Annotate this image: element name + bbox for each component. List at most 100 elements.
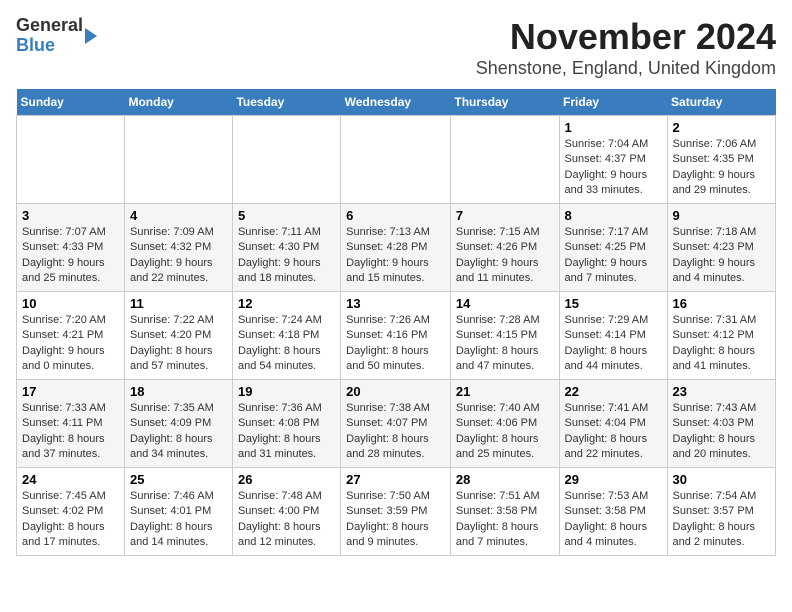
day-info: Sunrise: 7:54 AMSunset: 3:57 PMDaylight:… bbox=[673, 489, 770, 551]
logo: General Blue bbox=[16, 16, 97, 56]
day-number: 26 bbox=[238, 472, 335, 487]
weekday-header-saturday: Saturday bbox=[667, 89, 775, 116]
day-number: 9 bbox=[673, 208, 770, 223]
day-number: 17 bbox=[22, 384, 119, 399]
day-info: Sunrise: 7:17 AMSunset: 4:25 PMDaylight:… bbox=[565, 225, 662, 287]
day-number: 12 bbox=[238, 296, 335, 311]
calendar-cell bbox=[124, 116, 232, 204]
weekday-header-sunday: Sunday bbox=[17, 89, 125, 116]
calendar-cell: 25 Sunrise: 7:46 AMSunset: 4:01 PMDayligh… bbox=[124, 468, 232, 556]
weekday-header-tuesday: Tuesday bbox=[232, 89, 340, 116]
calendar-cell: 20 Sunrise: 7:38 AMSunset: 4:07 PMDayligh… bbox=[341, 380, 451, 468]
day-number: 10 bbox=[22, 296, 119, 311]
day-number: 24 bbox=[22, 472, 119, 487]
calendar-cell: 22 Sunrise: 7:41 AMSunset: 4:04 PMDayligh… bbox=[559, 380, 667, 468]
day-number: 25 bbox=[130, 472, 227, 487]
day-info: Sunrise: 7:20 AMSunset: 4:21 PMDaylight:… bbox=[22, 313, 119, 375]
day-info: Sunrise: 7:41 AMSunset: 4:04 PMDaylight:… bbox=[565, 401, 662, 463]
day-number: 20 bbox=[346, 384, 445, 399]
calendar-cell bbox=[17, 116, 125, 204]
day-info: Sunrise: 7:46 AMSunset: 4:01 PMDaylight:… bbox=[130, 489, 227, 551]
calendar-cell bbox=[341, 116, 451, 204]
day-info: Sunrise: 7:13 AMSunset: 4:28 PMDaylight:… bbox=[346, 225, 445, 287]
day-number: 5 bbox=[238, 208, 335, 223]
day-number: 6 bbox=[346, 208, 445, 223]
page-header: General Blue November 2024 Shenstone, En… bbox=[16, 16, 776, 79]
weekday-header-wednesday: Wednesday bbox=[341, 89, 451, 116]
calendar-cell: 14 Sunrise: 7:28 AMSunset: 4:15 PMDayligh… bbox=[450, 292, 559, 380]
day-info: Sunrise: 7:38 AMSunset: 4:07 PMDaylight:… bbox=[346, 401, 445, 463]
day-number: 15 bbox=[565, 296, 662, 311]
calendar-cell: 8Sunrise: 7:17 AMSunset: 4:25 PMDaylight… bbox=[559, 204, 667, 292]
day-info: Sunrise: 7:09 AMSunset: 4:32 PMDaylight:… bbox=[130, 225, 227, 287]
calendar-cell: 23 Sunrise: 7:43 AMSunset: 4:03 PMDayligh… bbox=[667, 380, 775, 468]
calendar-cell: 16 Sunrise: 7:31 AMSunset: 4:12 PMDayligh… bbox=[667, 292, 775, 380]
day-number: 23 bbox=[673, 384, 770, 399]
calendar-header-row: SundayMondayTuesdayWednesdayThursdayFrid… bbox=[17, 89, 776, 116]
day-info: Sunrise: 7:06 AMSunset: 4:35 PMDaylight:… bbox=[673, 137, 770, 199]
day-info: Sunrise: 7:24 AMSunset: 4:18 PMDaylight:… bbox=[238, 313, 335, 375]
day-number: 21 bbox=[456, 384, 554, 399]
day-number: 29 bbox=[565, 472, 662, 487]
day-info: Sunrise: 7:31 AMSunset: 4:12 PMDaylight:… bbox=[673, 313, 770, 375]
day-info: Sunrise: 7:26 AMSunset: 4:16 PMDaylight:… bbox=[346, 313, 445, 375]
calendar-cell: 17Sunrise: 7:33 AMSunset: 4:11 PMDayligh… bbox=[17, 380, 125, 468]
calendar-cell: 29 Sunrise: 7:53 AMSunset: 3:58 PMDayligh… bbox=[559, 468, 667, 556]
weekday-header-friday: Friday bbox=[559, 89, 667, 116]
calendar-cell: 18 Sunrise: 7:35 AMSunset: 4:09 PMDayligh… bbox=[124, 380, 232, 468]
title-section: November 2024 Shenstone, England, United… bbox=[476, 16, 776, 79]
week-row-4: 17Sunrise: 7:33 AMSunset: 4:11 PMDayligh… bbox=[17, 380, 776, 468]
calendar-cell: 7 Sunrise: 7:15 AMSunset: 4:26 PMDaylight… bbox=[450, 204, 559, 292]
day-info: Sunrise: 7:36 AMSunset: 4:08 PMDaylight:… bbox=[238, 401, 335, 463]
day-info: Sunrise: 7:40 AMSunset: 4:06 PMDaylight:… bbox=[456, 401, 554, 463]
day-number: 4 bbox=[130, 208, 227, 223]
day-number: 7 bbox=[456, 208, 554, 223]
day-info: Sunrise: 7:22 AMSunset: 4:20 PMDaylight:… bbox=[130, 313, 227, 375]
day-number: 2 bbox=[673, 120, 770, 135]
day-number: 11 bbox=[130, 296, 227, 311]
calendar-cell: 26 Sunrise: 7:48 AMSunset: 4:00 PMDayligh… bbox=[232, 468, 340, 556]
calendar-cell: 3 Sunrise: 7:07 AMSunset: 4:33 PMDaylight… bbox=[17, 204, 125, 292]
calendar-cell: 6 Sunrise: 7:13 AMSunset: 4:28 PMDaylight… bbox=[341, 204, 451, 292]
day-info: Sunrise: 7:11 AMSunset: 4:30 PMDaylight:… bbox=[238, 225, 335, 287]
calendar-cell: 28Sunrise: 7:51 AMSunset: 3:58 PMDayligh… bbox=[450, 468, 559, 556]
logo-blue-text: Blue bbox=[16, 35, 55, 55]
day-number: 13 bbox=[346, 296, 445, 311]
calendar-cell: 13 Sunrise: 7:26 AMSunset: 4:16 PMDayligh… bbox=[341, 292, 451, 380]
day-number: 27 bbox=[346, 472, 445, 487]
calendar-cell: 12 Sunrise: 7:24 AMSunset: 4:18 PMDayligh… bbox=[232, 292, 340, 380]
day-number: 22 bbox=[565, 384, 662, 399]
day-info: Sunrise: 7:51 AMSunset: 3:58 PMDaylight:… bbox=[456, 489, 554, 551]
calendar-cell: 9Sunrise: 7:18 AMSunset: 4:23 PMDaylight… bbox=[667, 204, 775, 292]
calendar-cell: 4 Sunrise: 7:09 AMSunset: 4:32 PMDaylight… bbox=[124, 204, 232, 292]
day-info: Sunrise: 7:35 AMSunset: 4:09 PMDaylight:… bbox=[130, 401, 227, 463]
week-row-3: 10 Sunrise: 7:20 AMSunset: 4:21 PMDayligh… bbox=[17, 292, 776, 380]
day-number: 18 bbox=[130, 384, 227, 399]
calendar-cell bbox=[232, 116, 340, 204]
month-title: November 2024 bbox=[476, 16, 776, 58]
day-info: Sunrise: 7:15 AMSunset: 4:26 PMDaylight:… bbox=[456, 225, 554, 287]
logo-general-text: General bbox=[16, 15, 83, 35]
calendar-cell: 21 Sunrise: 7:40 AMSunset: 4:06 PMDayligh… bbox=[450, 380, 559, 468]
calendar-cell: 2 Sunrise: 7:06 AMSunset: 4:35 PMDaylight… bbox=[667, 116, 775, 204]
calendar-cell: 19Sunrise: 7:36 AMSunset: 4:08 PMDayligh… bbox=[232, 380, 340, 468]
day-info: Sunrise: 7:48 AMSunset: 4:00 PMDaylight:… bbox=[238, 489, 335, 551]
calendar-cell: 10 Sunrise: 7:20 AMSunset: 4:21 PMDayligh… bbox=[17, 292, 125, 380]
day-info: Sunrise: 7:29 AMSunset: 4:14 PMDaylight:… bbox=[565, 313, 662, 375]
day-info: Sunrise: 7:53 AMSunset: 3:58 PMDaylight:… bbox=[565, 489, 662, 551]
weekday-header-monday: Monday bbox=[124, 89, 232, 116]
calendar-cell: 27Sunrise: 7:50 AMSunset: 3:59 PMDayligh… bbox=[341, 468, 451, 556]
location-title: Shenstone, England, United Kingdom bbox=[476, 58, 776, 79]
calendar-cell: 1Sunrise: 7:04 AMSunset: 4:37 PMDaylight… bbox=[559, 116, 667, 204]
calendar-cell: 11 Sunrise: 7:22 AMSunset: 4:20 PMDayligh… bbox=[124, 292, 232, 380]
day-info: Sunrise: 7:28 AMSunset: 4:15 PMDaylight:… bbox=[456, 313, 554, 375]
day-number: 3 bbox=[22, 208, 119, 223]
day-number: 16 bbox=[673, 296, 770, 311]
day-number: 14 bbox=[456, 296, 554, 311]
day-number: 30 bbox=[673, 472, 770, 487]
logo-arrow-icon bbox=[85, 28, 97, 44]
day-info: Sunrise: 7:45 AMSunset: 4:02 PMDaylight:… bbox=[22, 489, 119, 551]
day-info: Sunrise: 7:07 AMSunset: 4:33 PMDaylight:… bbox=[22, 225, 119, 287]
day-info: Sunrise: 7:43 AMSunset: 4:03 PMDaylight:… bbox=[673, 401, 770, 463]
week-row-2: 3 Sunrise: 7:07 AMSunset: 4:33 PMDaylight… bbox=[17, 204, 776, 292]
